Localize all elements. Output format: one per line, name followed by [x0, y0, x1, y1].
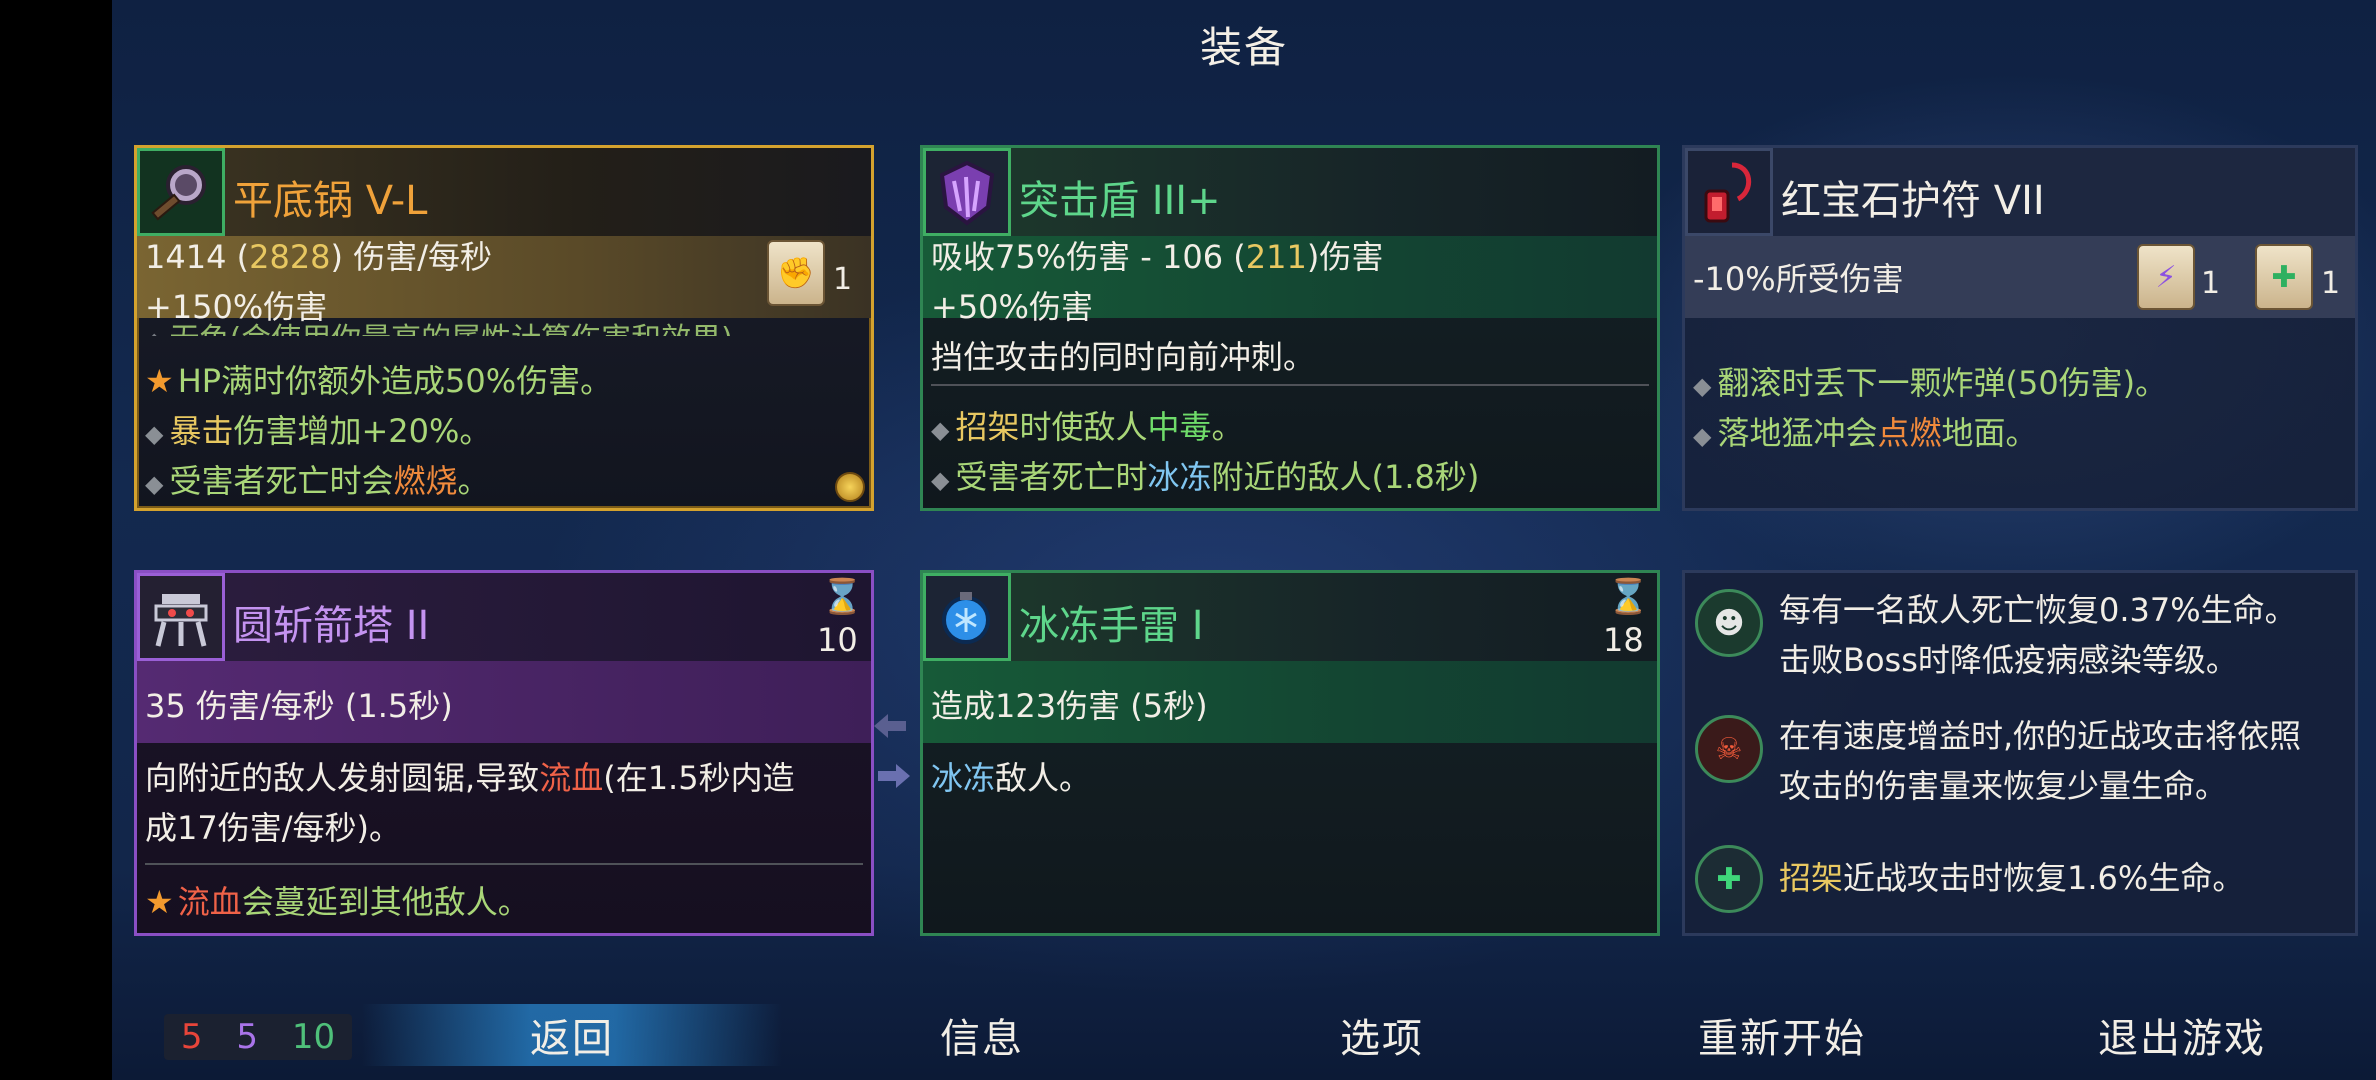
survival-scroll-icon: ✚	[2255, 244, 2313, 310]
equipment-screen: 装备 平底锅 V-L 1414 (2828) 伤害/每秒 +150%伤害 ✊ 1…	[112, 0, 2376, 1080]
affix-2: ◆ 落地猛冲会点燃地面。	[1693, 414, 2038, 452]
item-description-cont: 成17伤害/每秒)。	[145, 809, 401, 847]
item-name: 突击盾 III+	[1019, 178, 1221, 224]
item-name: 平底锅 V-L	[233, 178, 428, 224]
damage-stat: 1414 (2828) 伤害/每秒	[145, 238, 492, 276]
parry-heal-mutation-icon: ✚	[1695, 845, 1763, 913]
amulet-card-ruby[interactable]: 红宝石护符 VII -10%所受伤害 ⚡ 1 ✚ 1 ◆ 翻滚时丢下一颗炸弹(50…	[1682, 145, 2358, 511]
mutation-text: 招架近战攻击时恢复1.6%生命。	[1779, 859, 2245, 897]
scroll-stats-box: 5 5 10	[164, 1014, 352, 1060]
skill-card-saw-tower[interactable]: 圆斩箭塔 II ⌛ 10 35 伤害/每秒 (1.5秒) 向附近的敌人发射圆锯,…	[134, 570, 874, 936]
screen-title: 装备	[1199, 23, 1288, 72]
scroll-count: 1	[2201, 266, 2221, 301]
item-description: 向附近的敌人发射圆锯,导致流血(在1.5秒内造	[145, 759, 795, 797]
tactics-scroll-icon: ⚡	[2137, 244, 2195, 310]
survival-count: 10	[291, 1017, 336, 1057]
ice-grenade-icon	[923, 573, 1011, 661]
ruby-amulet-icon	[1685, 148, 1773, 236]
info-button[interactable]: 信息	[832, 1004, 1132, 1066]
mutation-text: 在有速度增益时,你的近战攻击将依照 攻击的伤害量来恢复少量生命。	[1779, 717, 2302, 805]
back-button[interactable]: 返回	[362, 1004, 782, 1066]
tactics-count: 5	[236, 1017, 258, 1057]
assault-shield-icon	[923, 148, 1011, 236]
saw-tower-icon	[137, 573, 225, 661]
swap-right-arrow-icon[interactable]	[876, 762, 912, 790]
swap-left-arrow-icon[interactable]	[872, 712, 908, 740]
affix-1: ★ HP满时你额外造成50%伤害。	[145, 362, 613, 400]
item-name: 圆斩箭塔 II	[233, 603, 430, 649]
quit-game-button[interactable]: 退出游戏	[2012, 1004, 2352, 1066]
mutation-text: 每有一名敌人死亡恢复0.37%生命。 击败Boss时降低疫病感染等级。	[1779, 591, 2297, 679]
scroll-count: 1	[2321, 266, 2341, 301]
colorless-note: ◆无色(会使用你最高的属性计算伤害和效果)	[145, 314, 733, 336]
bottom-menu-bar: 5 5 10 返回 信息 选项 重新开始 退出游戏	[112, 990, 2376, 1080]
scroll-count: 1	[833, 262, 853, 297]
affix-3: ◆ 受害者死亡时会燃烧。	[145, 462, 490, 500]
divider	[931, 384, 1649, 386]
affix-1: ◆ 翻滚时丢下一颗炸弹(50伤害)。	[1693, 364, 2168, 402]
cooldown-seconds: 18	[1603, 621, 1644, 659]
damage-stat: 35 伤害/每秒 (1.5秒)	[145, 687, 453, 725]
damage-bonus-stat: +50%伤害	[931, 288, 1093, 326]
hourglass-icon: ⌛	[821, 577, 864, 617]
mutations-panel: ☻ 每有一名敌人死亡恢复0.37%生命。 击败Boss时降低疫病感染等级。 ☠ …	[1682, 570, 2358, 936]
mutation-2[interactable]: ☠ 在有速度增益时,你的近战攻击将依照 攻击的伤害量来恢复少量生命。	[1695, 711, 2347, 811]
left-black-bar	[0, 0, 112, 1080]
item-description: 冰冻敌人。	[931, 759, 1092, 797]
item-name: 冰冻手雷 I	[1019, 603, 1204, 649]
weapon-card-frying-pan[interactable]: 平底锅 V-L 1414 (2828) 伤害/每秒 +150%伤害 ✊ 1 ◆无…	[134, 145, 874, 511]
damage-reduction-stat: -10%所受伤害	[1693, 260, 1904, 298]
frying-pan-icon	[137, 148, 225, 236]
mutation-3[interactable]: ✚ 招架近战攻击时恢复1.6%生命。	[1695, 841, 2347, 921]
cooldown-seconds: 10	[817, 621, 858, 659]
affix-2: ◆ 受害者死亡时冰冻附近的敌人(1.8秒)	[931, 458, 1480, 496]
mutation-1[interactable]: ☻ 每有一名敌人死亡恢复0.37%生命。 击败Boss时降低疫病感染等级。	[1695, 585, 2347, 685]
hourglass-icon: ⌛	[1607, 577, 1650, 617]
vampirism-mutation-icon: ☻	[1695, 589, 1763, 657]
item-description: 挡住攻击的同时向前冲刺。	[931, 338, 1316, 376]
item-name: 红宝石护符 VII	[1781, 178, 2045, 224]
affix-2: ◆ 暴击伤害增加+20%。	[145, 412, 492, 450]
speed-heal-mutation-icon: ☠	[1695, 715, 1763, 783]
damage-stat: 造成123伤害 (5秒)	[931, 687, 1208, 725]
divider	[145, 863, 863, 865]
restart-button[interactable]: 重新开始	[1612, 1004, 1952, 1066]
weapon-card-assault-shield[interactable]: 突击盾 III+ 吸收75%伤害 - 106 (211)伤害 +50%伤害 挡住…	[920, 145, 1660, 511]
legendary-gem-icon	[835, 472, 865, 502]
affix-1: ◆ 招架时使敌人中毒。	[931, 408, 1244, 446]
options-button[interactable]: 选项	[1232, 1004, 1532, 1066]
brutality-scroll-icon: ✊	[767, 240, 825, 306]
brutality-count: 5	[180, 1017, 203, 1057]
affix-1: ★ 流血会蔓延到其他敌人。	[145, 883, 530, 921]
skill-card-ice-grenade[interactable]: 冰冻手雷 I ⌛ 18 造成123伤害 (5秒) 冰冻敌人。	[920, 570, 1660, 936]
block-stat: 吸收75%伤害 - 106 (211)伤害	[931, 238, 1384, 276]
